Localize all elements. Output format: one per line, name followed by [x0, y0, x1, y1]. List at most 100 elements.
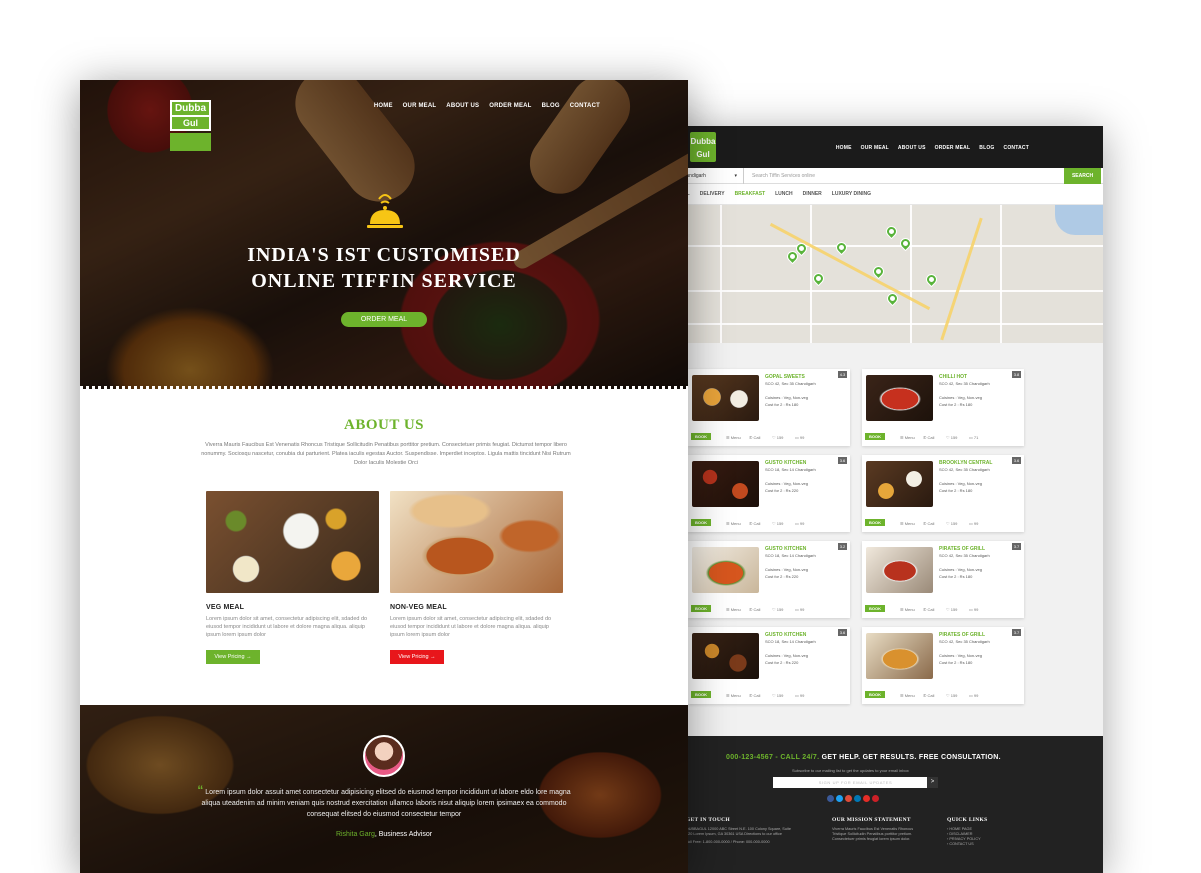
nav-order-meal[interactable]: ORDER MEAL [935, 145, 971, 151]
map[interactable] [660, 205, 1103, 343]
search-button[interactable]: SEARCH [1064, 167, 1101, 184]
like-button[interactable]: ♡ 159 [946, 435, 957, 440]
restaurant-card[interactable]: 3.6 BROOKLYN CENTRAL SCO 42, Sec 35 Chandi… [862, 455, 1024, 532]
menu-button[interactable]: ☰ Menu [726, 693, 741, 698]
review-button[interactable]: ▭ 99 [795, 693, 804, 698]
tab-luxury-dining[interactable]: LUXURY DINING [832, 191, 871, 197]
footer-link[interactable]: › CONTACT US [947, 842, 1017, 847]
restaurant-card[interactable]: 3.7 PIRATES OF GRILL SCO 42, Sec 35 Chandi… [862, 541, 1024, 618]
menu-button[interactable]: ☰ Menu [900, 435, 915, 440]
menu-button[interactable]: ☰ Menu [726, 521, 741, 526]
restaurant-image[interactable] [866, 547, 933, 593]
like-button[interactable]: ♡ 159 [946, 607, 957, 612]
veg-view-pricing-button[interactable]: View Pricing → [206, 650, 260, 664]
nav-about-us[interactable]: ABOUT US [446, 103, 479, 109]
tab-lunch[interactable]: LUNCH [775, 191, 793, 197]
menu-button[interactable]: ☰ Menu [900, 693, 915, 698]
menu-button[interactable]: ☰ Menu [726, 607, 741, 612]
linkedin-icon[interactable] [854, 795, 861, 802]
book-button[interactable]: BOOK [691, 433, 711, 440]
review-button[interactable]: ▭ 99 [795, 521, 804, 526]
book-button[interactable]: BOOK [865, 433, 885, 440]
subscribe-button[interactable]: > [927, 777, 938, 788]
call-button[interactable]: ✆ Call [923, 435, 934, 440]
review-button[interactable]: ▭ 99 [969, 607, 978, 612]
menu-button[interactable]: ☰ Menu [900, 521, 915, 526]
pinterest-icon[interactable] [872, 795, 879, 802]
like-button[interactable]: ♡ 159 [772, 607, 783, 612]
email-field[interactable]: SIGN UP FOR EMAIL UPDATES [773, 777, 938, 788]
nav-contact[interactable]: CONTACT [1004, 145, 1029, 151]
map-pin-icon[interactable] [833, 239, 850, 256]
call-button[interactable]: ✆ Call [749, 435, 760, 440]
restaurant-name[interactable]: CHILLI HOT [939, 374, 967, 380]
search-input[interactable]: Search Tiffin Services online [744, 173, 1064, 179]
nav-home[interactable]: HOME [836, 145, 852, 151]
order-meal-button[interactable]: ORDER MEAL [341, 312, 427, 327]
youtube-icon[interactable] [863, 795, 870, 802]
site-logo[interactable]: Dubba Gul [170, 100, 211, 151]
map-pin-icon[interactable] [923, 271, 940, 288]
map-pin-icon[interactable] [883, 223, 900, 240]
restaurant-image[interactable] [866, 461, 933, 507]
restaurant-card[interactable]: 3.7 PIRATES OF GRILL SCO 42, Sec 35 Chandi… [862, 627, 1024, 704]
like-button[interactable]: ♡ 159 [946, 693, 957, 698]
review-button[interactable]: ▭ 99 [969, 693, 978, 698]
menu-button[interactable]: ☰ Menu [726, 435, 741, 440]
book-button[interactable]: BOOK [691, 605, 711, 612]
book-button[interactable]: BOOK [691, 519, 711, 526]
menu-button[interactable]: ☰ Menu [900, 607, 915, 612]
nav-our-meal[interactable]: OUR MEAL [403, 103, 437, 109]
restaurant-image[interactable] [866, 633, 933, 679]
tab-breakfast[interactable]: BREAKFAST [735, 191, 766, 197]
restaurant-image[interactable] [692, 375, 759, 421]
google-plus-icon[interactable] [845, 795, 852, 802]
restaurant-name[interactable]: GUSTO KITCHEN [765, 546, 806, 552]
facebook-icon[interactable] [827, 795, 834, 802]
restaurant-card[interactable]: 3.6 GUSTO KITCHEN SCO 18, Sec 14 Chandigar… [688, 627, 850, 704]
call-button[interactable]: ✆ Call [923, 521, 934, 526]
tab-dinner[interactable]: DINNER [803, 191, 822, 197]
restaurant-name[interactable]: GUSTO KITCHEN [765, 460, 806, 466]
review-button[interactable]: ▭ 99 [969, 521, 978, 526]
restaurant-name[interactable]: GOPAL SWEETS [765, 374, 805, 380]
restaurant-name[interactable]: PIRATES OF GRILL [939, 546, 985, 552]
review-button[interactable]: ▭ 99 [795, 607, 804, 612]
restaurant-image[interactable] [692, 461, 759, 507]
book-button[interactable]: BOOK [865, 519, 885, 526]
nav-order-meal[interactable]: ORDER MEAL [489, 103, 531, 109]
like-button[interactable]: ♡ 159 [772, 521, 783, 526]
listing-logo[interactable]: Dubba Gul [690, 132, 716, 162]
restaurant-card[interactable]: 4.3 GOPAL SWEETS SCO 42, Sec 35 Chandigarh… [688, 369, 850, 446]
call-button[interactable]: ✆ Call [923, 693, 934, 698]
nav-our-meal[interactable]: OUR MEAL [861, 145, 889, 151]
nonveg-view-pricing-button[interactable]: View Pricing → [390, 650, 444, 664]
call-button[interactable]: ✆ Call [923, 607, 934, 612]
book-button[interactable]: BOOK [865, 691, 885, 698]
nav-blog[interactable]: BLOG [979, 145, 994, 151]
restaurant-name[interactable]: GUSTO KITCHEN [765, 632, 806, 638]
restaurant-name[interactable]: PIRATES OF GRILL [939, 632, 985, 638]
call-button[interactable]: ✆ Call [749, 607, 760, 612]
restaurant-card[interactable]: 3.2 GUSTO KITCHEN SCO 18, Sec 14 Chandigar… [688, 541, 850, 618]
restaurant-name[interactable]: BROOKLYN CENTRAL [939, 460, 992, 466]
nav-contact[interactable]: CONTACT [570, 103, 600, 109]
restaurant-card[interactable]: 3.8 CHILLI HOT SCO 42, Sec 35 Chandigarh Cu… [862, 369, 1024, 446]
nav-blog[interactable]: BLOG [542, 103, 560, 109]
restaurant-image[interactable] [692, 633, 759, 679]
nav-about-us[interactable]: ABOUT US [898, 145, 926, 151]
call-button[interactable]: ✆ Call [749, 521, 760, 526]
restaurant-image[interactable] [866, 375, 933, 421]
tab-delivery[interactable]: DELIVERY [700, 191, 725, 197]
nav-home[interactable]: HOME [374, 103, 393, 109]
map-pin-icon[interactable] [810, 270, 827, 287]
twitter-icon[interactable] [836, 795, 843, 802]
book-button[interactable]: BOOK [865, 605, 885, 612]
review-button[interactable]: ▭ 99 [795, 435, 804, 440]
call-button[interactable]: ✆ Call [749, 693, 760, 698]
like-button[interactable]: ♡ 159 [772, 435, 783, 440]
like-button[interactable]: ♡ 159 [946, 521, 957, 526]
book-button[interactable]: BOOK [691, 691, 711, 698]
restaurant-card[interactable]: 3.6 GUSTO KITCHEN SCO 18, Sec 14 Chandigar… [688, 455, 850, 532]
restaurant-image[interactable] [692, 547, 759, 593]
